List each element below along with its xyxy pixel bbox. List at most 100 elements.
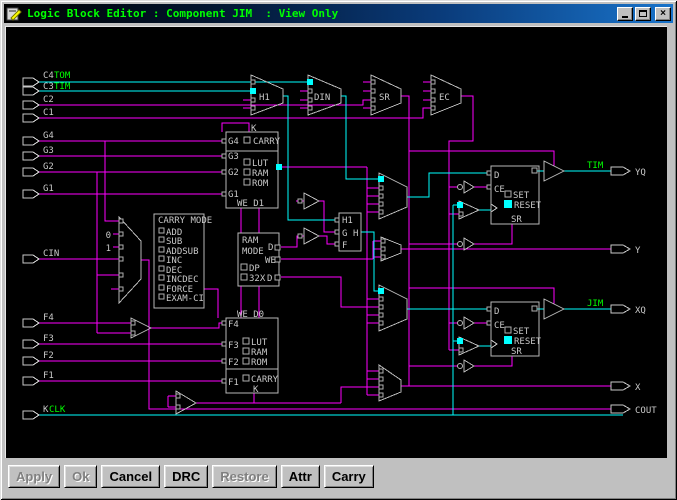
attr-button[interactable]: Attr [281,465,320,488]
svg-text:INCDEC: INCDEC [166,275,199,285]
f-ram-checkbox[interactable] [243,348,249,354]
f4-gate [131,318,151,338]
svg-text:SET: SET [513,327,530,337]
app-window: Logic Block Editor : Component JIM : Vie… [0,0,677,500]
carry-add-checkbox[interactable] [159,228,164,233]
svg-text:LUT: LUT [251,338,268,348]
f-lut-checkbox[interactable] [243,338,249,344]
g-function-block: K G4 CARRY G3 LUT RAM G2 ROM G1 WE D1 [222,124,282,209]
carry-addsub-checkbox[interactable] [159,247,164,252]
carry-mode-title: CARRY MODE [158,216,212,226]
svg-text:RESET: RESET [514,201,542,211]
svg-text:D: D [494,171,499,181]
svg-text:SR: SR [511,215,522,225]
svg-text:CARRY: CARRY [253,137,281,147]
svg-text:WE D0: WE D0 [237,310,264,320]
svg-text:32X: 32X [249,274,266,284]
apply-button[interactable]: Apply [8,465,60,488]
input-pins: C4 TOM C3 TIM C2 C1 G4 G3 G2 G1 CIN F4 F… [23,71,71,419]
svg-text:G4: G4 [228,137,239,147]
svg-text:D: D [494,307,499,317]
svg-text:RAM: RAM [242,236,259,246]
toolbar: Apply Ok Cancel DRC Restore Attr Carry [5,458,667,494]
pin-label-g3: G3 [43,146,54,156]
carry-button[interactable]: Carry [324,465,374,488]
ff-bottom-reset-checkbox[interactable] [504,336,512,344]
svg-text:SET: SET [513,191,530,201]
ram-dp-checkbox[interactable] [241,264,247,270]
restore-button[interactable]: Restore [212,465,276,488]
mux-ec: EC [431,75,461,115]
ff-top-set-checkbox[interactable] [505,191,511,197]
ram-32x-checkbox[interactable] [241,274,247,280]
carry-examci-checkbox[interactable] [159,294,164,299]
g-block-k-label: K [251,124,257,134]
pin-label-f2: F2 [43,351,54,361]
mux-h1-label: H1 [259,93,270,103]
svg-text:CARRY: CARRY [251,375,279,385]
g-ram-checkbox[interactable] [244,169,250,175]
mux-x-path [379,365,401,401]
svg-text:INC: INC [166,256,182,266]
pin-label-c4: C4 [43,71,54,81]
carry-incdec-checkbox[interactable] [159,275,164,280]
output-label-x: X [635,383,641,393]
minimize-button[interactable] [617,7,633,21]
ok-button[interactable]: Ok [64,465,97,488]
maximize-button[interactable] [635,7,651,21]
svg-text:WE: WE [265,256,276,266]
ff-top-reset-checkbox[interactable] [504,200,512,208]
cin-mux: 0 1 [106,217,141,303]
mux-y-path [381,237,401,261]
svg-text:ROM: ROM [252,179,269,189]
magenta-wires [39,82,611,409]
net-tag-tom: TOM [54,71,71,81]
kclk-gate [176,391,196,414]
ce-gate-bottom [458,317,475,329]
svg-text:H1: H1 [342,216,353,226]
svg-text:F3: F3 [228,341,239,351]
ce-gate-top [458,181,475,193]
output-label-xq: XQ [635,306,646,316]
svg-text:RAM: RAM [251,348,268,358]
hgf-block: H1 G F H [335,213,361,251]
carry-mode-box: CARRY MODE ADD SUB ADDSUB INC DEC INCDEC… [154,214,212,308]
window-title: Logic Block Editor : Component JIM : Vie… [27,7,615,20]
carry-inc-checkbox[interactable] [159,256,164,261]
const-zero: 0 [106,231,111,241]
flip-flop-top: D CE SET RESET SR [487,166,542,225]
flip-flop-bottom: D CE SET RESET SR [487,302,542,357]
carry-sub-checkbox[interactable] [159,237,164,242]
svg-text:SUB: SUB [166,237,182,247]
svg-text:F4: F4 [228,320,239,330]
g-carry-checkbox[interactable] [244,137,250,143]
g-rom-checkbox[interactable] [244,179,250,185]
carry-dec-checkbox[interactable] [159,266,164,271]
mux-din-label: DIN [314,93,330,103]
g-lut-checkbox[interactable] [244,159,250,165]
clock-mux-top [457,201,479,219]
sr-gate-top [458,238,475,250]
title-bar[interactable]: Logic Block Editor : Component JIM : Vie… [4,4,673,23]
ff-bottom-set-checkbox[interactable] [505,327,511,333]
f-carry-checkbox[interactable] [243,375,249,381]
net-tag-tim-out: TIM [587,161,604,171]
mux-yq-path [378,173,407,219]
pin-label-f4: F4 [43,313,54,323]
drc-button[interactable]: DRC [164,465,208,488]
svg-text:RESET: RESET [514,337,542,347]
svg-text:WE D1: WE D1 [237,199,264,209]
ram-mode-box: RAM MODE D WE DP 32X D [238,233,280,286]
cancel-button[interactable]: Cancel [101,465,160,488]
f-rom-checkbox[interactable] [243,358,249,364]
net-tag-tim: TIM [54,82,71,92]
svg-text:F2: F2 [228,358,239,368]
svg-text:CE: CE [494,321,505,331]
svg-text:SR: SR [511,347,522,357]
mux-xq-path [378,285,407,331]
close-button[interactable]: × [655,7,671,21]
pin-label-c3: C3 [43,82,54,92]
carry-force-checkbox[interactable] [159,285,164,290]
app-icon [6,6,22,22]
pin-label-cin: CIN [43,249,59,259]
